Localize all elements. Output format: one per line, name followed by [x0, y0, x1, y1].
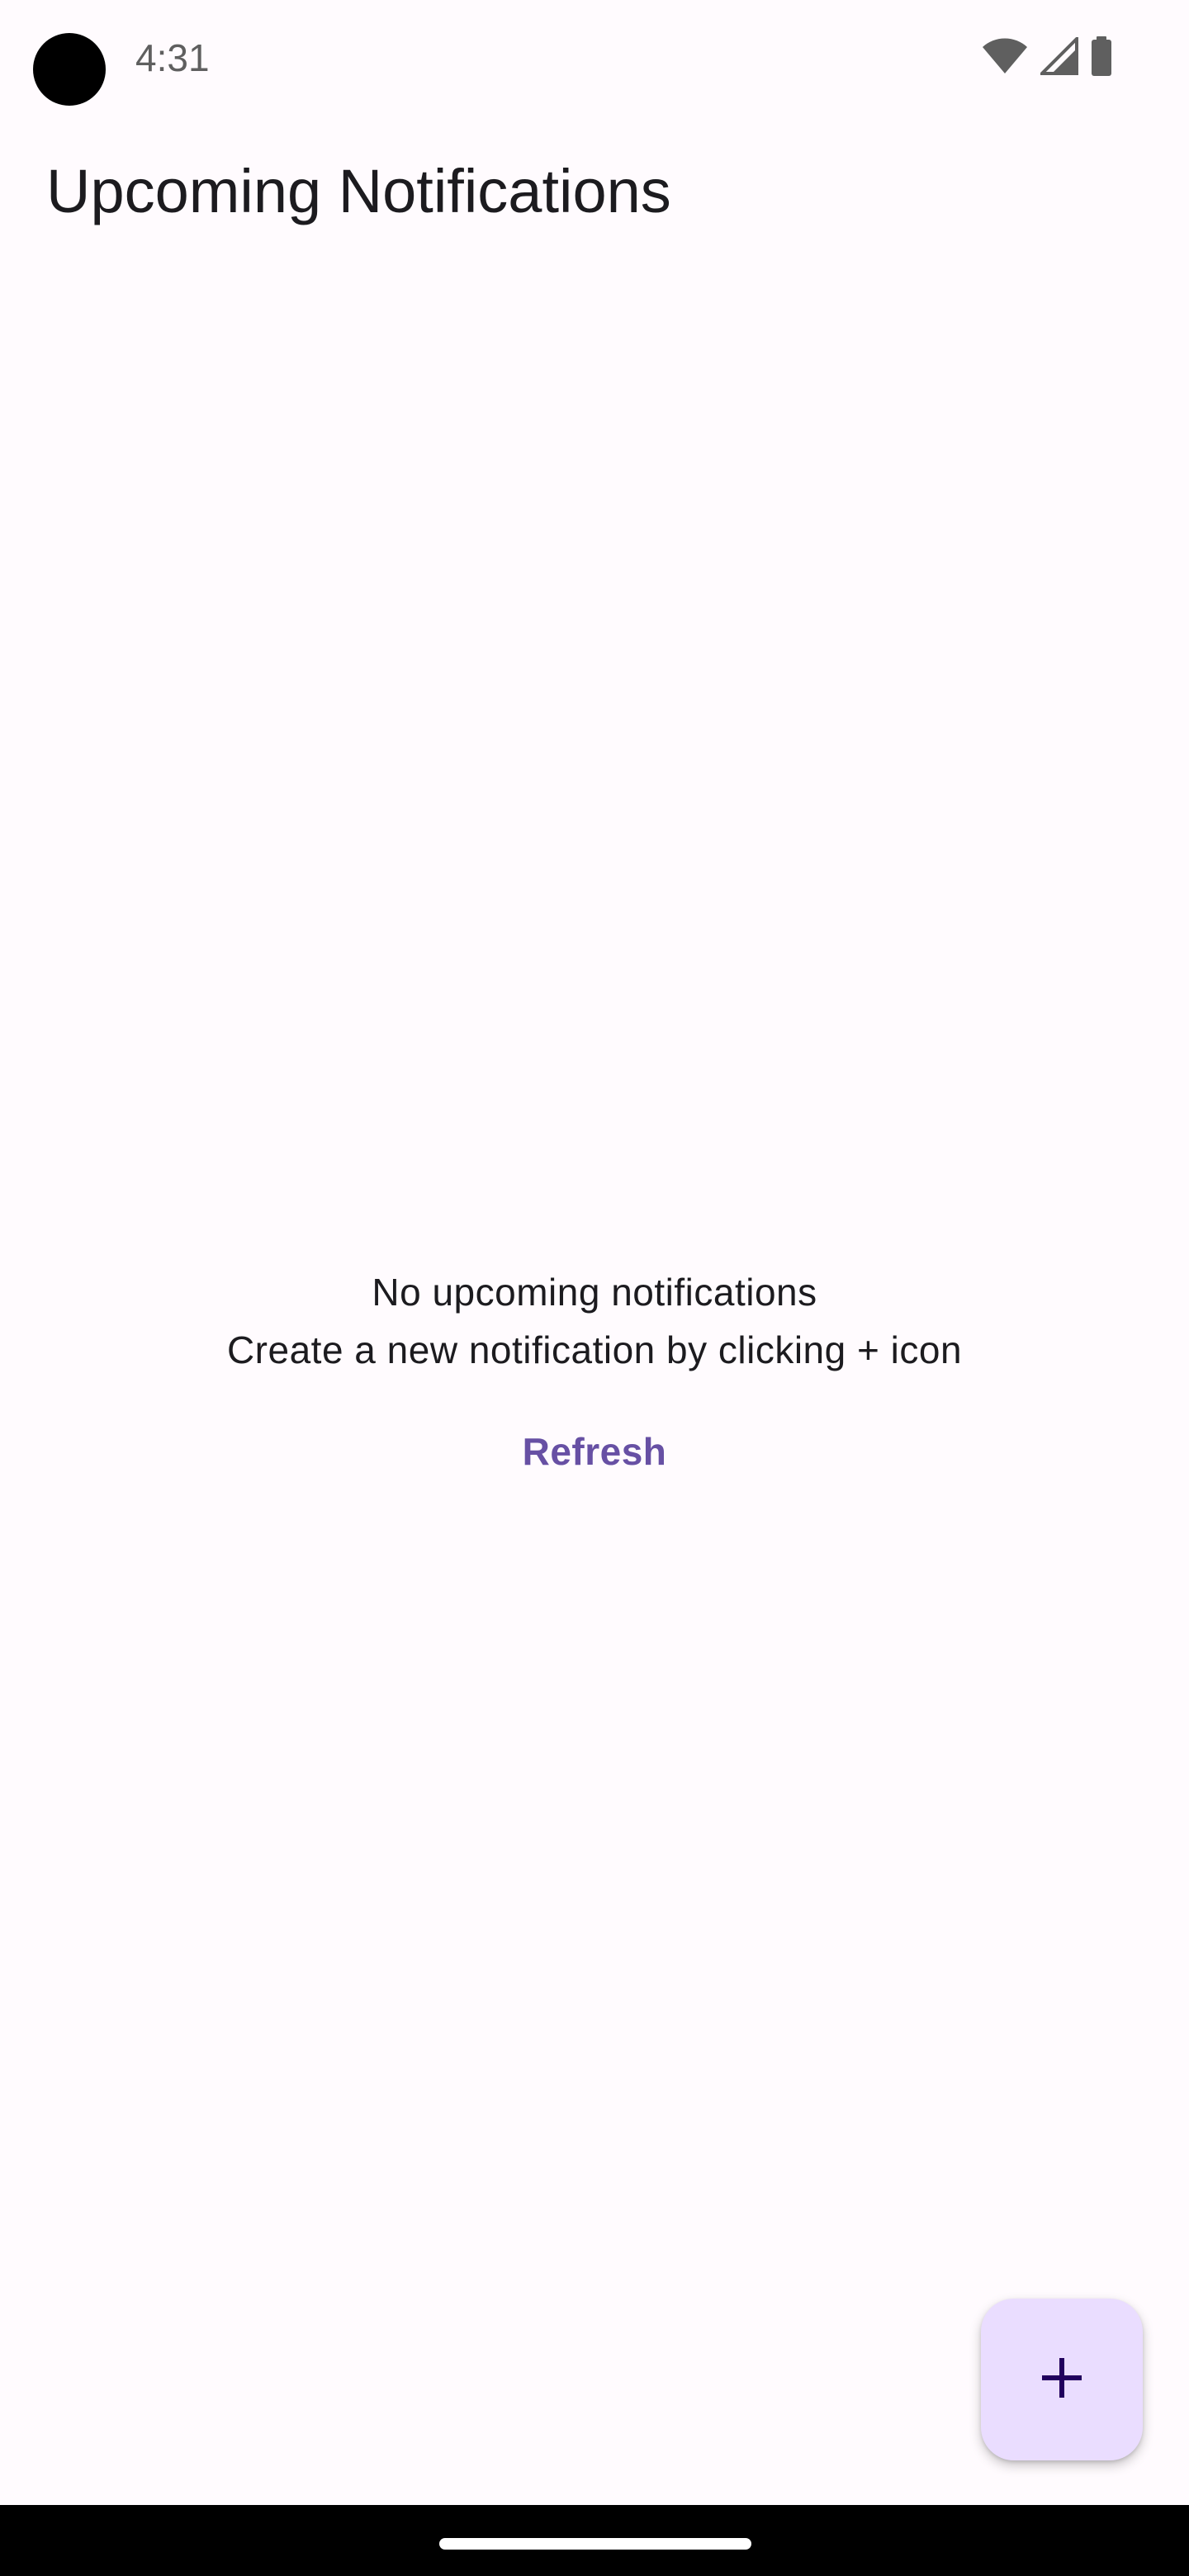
cell-signal-icon [1040, 37, 1078, 75]
status-icons [981, 36, 1113, 76]
camera-cutout [33, 33, 106, 106]
add-notification-button[interactable] [981, 2299, 1143, 2460]
status-bar: 4:31 [0, 0, 1189, 116]
page-title: Upcoming Notifications [46, 157, 671, 225]
home-indicator[interactable] [439, 2538, 751, 2550]
empty-state-heading: No upcoming notifications [372, 1271, 817, 1314]
status-time: 4:31 [135, 36, 210, 79]
plus-icon [1039, 2355, 1085, 2405]
navigation-bar [0, 2505, 1189, 2576]
empty-state: No upcoming notifications Create a new n… [0, 1263, 1189, 1486]
wifi-icon [981, 37, 1029, 75]
empty-state-hint: Create a new notification by clicking + … [226, 1328, 963, 1371]
battery-icon [1090, 36, 1113, 76]
refresh-button[interactable]: Refresh [503, 1417, 687, 1486]
